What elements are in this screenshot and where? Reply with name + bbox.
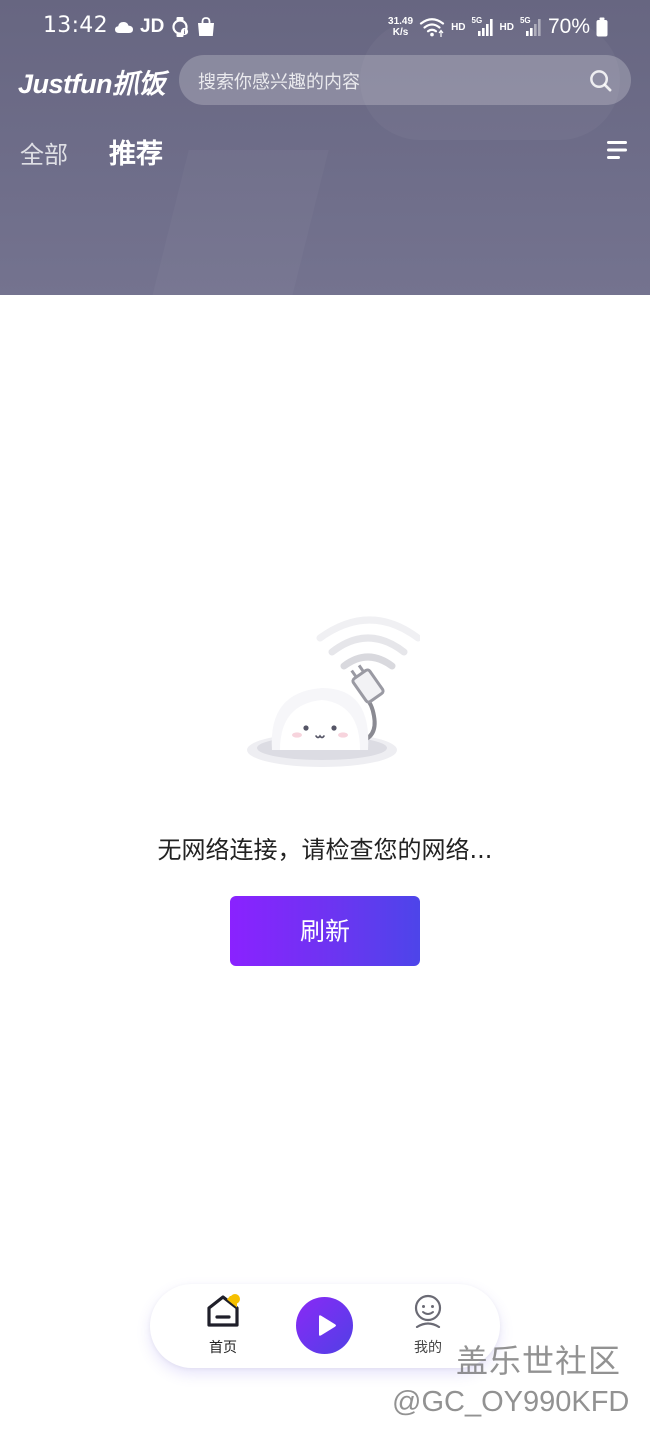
app-logo: Justfun抓饭 — [18, 69, 166, 99]
battery-percent: 70% — [547, 15, 590, 38]
search-placeholder: 搜索你感兴趣的内容 — [198, 72, 360, 93]
refresh-button[interactable]: 刷新 — [230, 896, 420, 966]
watermark-user: @GC_OY990KFD — [392, 1386, 630, 1418]
app-screen: 13:42 JD i 31.49 K/s HD 5G HD 5G 70% Jus… — [0, 0, 650, 1444]
net-speed-unit: K/s — [392, 27, 409, 38]
header-decoration — [151, 150, 328, 295]
status-left-icons: JD i — [114, 14, 216, 40]
shopping-bag-icon — [198, 17, 215, 36]
wifi-icon — [419, 18, 445, 37]
menu-icon[interactable] — [605, 139, 629, 161]
cloud-icon — [115, 22, 133, 33]
signal-bars-icon — [477, 19, 493, 36]
nav-item-profile[interactable]: 我的 — [400, 1292, 456, 1358]
status-bar: 13:42 JD i 31.49 K/s HD 5G HD 5G 70% — [0, 0, 650, 55]
nav-item-play[interactable] — [296, 1297, 353, 1354]
watermark-title: 盖乐世社区 — [456, 1342, 622, 1380]
hd-label: HD — [451, 21, 466, 33]
home-icon — [207, 1294, 240, 1327]
battery-icon — [596, 17, 608, 37]
profile-icon — [414, 1294, 442, 1328]
search-icon[interactable] — [588, 68, 613, 93]
signal-bars-icon — [525, 19, 541, 36]
no-network-message: 无网络连接，请检查您的网络... — [157, 836, 493, 864]
signal-icon: 5G — [472, 16, 494, 38]
tab-recommend[interactable]: 推荐 — [109, 132, 163, 171]
hd-label: HD — [499, 21, 514, 33]
play-icon — [319, 1315, 336, 1336]
nav-home-label: 首页 — [209, 1340, 237, 1356]
nav-profile-label: 我的 — [414, 1340, 442, 1356]
signal-icon: 5G — [520, 16, 542, 38]
watch-icon: i — [172, 17, 189, 37]
jd-icon: JD — [140, 16, 165, 37]
status-right-icons: 31.49 K/s HD 5G HD 5G 70% — [388, 12, 608, 42]
net-speed: 31.49 K/s — [388, 16, 413, 38]
status-time: 13:42 — [43, 13, 108, 38]
nav-item-home[interactable]: 首页 — [195, 1292, 251, 1358]
net-speed-value: 31.49 — [388, 16, 414, 27]
tab-all[interactable]: 全部 — [20, 135, 68, 170]
search-input[interactable]: 搜索你感兴趣的内容 — [179, 55, 631, 105]
no-network-illustration — [247, 616, 420, 767]
